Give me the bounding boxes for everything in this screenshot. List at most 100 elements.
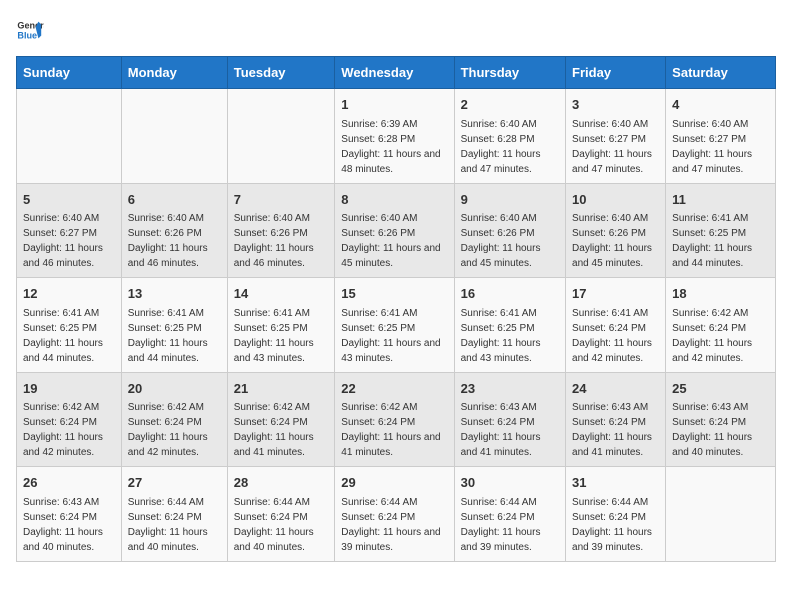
week-row-1: 5Sunrise: 6:40 AM Sunset: 6:27 PM Daylig… — [17, 183, 776, 278]
cell-4-4: 30Sunrise: 6:44 AM Sunset: 6:24 PM Dayli… — [454, 467, 565, 562]
day-number: 28 — [234, 473, 329, 493]
day-number: 12 — [23, 284, 115, 304]
day-number: 10 — [572, 190, 659, 210]
day-number: 30 — [461, 473, 559, 493]
cell-0-3: 1Sunrise: 6:39 AM Sunset: 6:28 PM Daylig… — [335, 89, 454, 184]
logo-icon: General Blue — [16, 16, 44, 44]
cell-info: Sunrise: 6:44 AM Sunset: 6:24 PM Dayligh… — [128, 495, 221, 555]
cell-3-0: 19Sunrise: 6:42 AM Sunset: 6:24 PM Dayli… — [17, 372, 122, 467]
cell-0-4: 2Sunrise: 6:40 AM Sunset: 6:28 PM Daylig… — [454, 89, 565, 184]
cell-2-1: 13Sunrise: 6:41 AM Sunset: 6:25 PM Dayli… — [121, 278, 227, 373]
col-header-saturday: Saturday — [666, 57, 776, 89]
svg-text:Blue: Blue — [17, 30, 37, 40]
day-number: 25 — [672, 379, 769, 399]
cell-info: Sunrise: 6:42 AM Sunset: 6:24 PM Dayligh… — [128, 400, 221, 460]
day-number: 27 — [128, 473, 221, 493]
day-number: 2 — [461, 95, 559, 115]
cell-info: Sunrise: 6:40 AM Sunset: 6:27 PM Dayligh… — [672, 117, 769, 177]
day-number: 29 — [341, 473, 447, 493]
cell-4-6 — [666, 467, 776, 562]
cell-info: Sunrise: 6:43 AM Sunset: 6:24 PM Dayligh… — [572, 400, 659, 460]
cell-info: Sunrise: 6:42 AM Sunset: 6:24 PM Dayligh… — [341, 400, 447, 460]
calendar-table: SundayMondayTuesdayWednesdayThursdayFrid… — [16, 56, 776, 562]
day-number: 22 — [341, 379, 447, 399]
day-number: 15 — [341, 284, 447, 304]
cell-1-4: 9Sunrise: 6:40 AM Sunset: 6:26 PM Daylig… — [454, 183, 565, 278]
cell-4-2: 28Sunrise: 6:44 AM Sunset: 6:24 PM Dayli… — [227, 467, 335, 562]
cell-0-5: 3Sunrise: 6:40 AM Sunset: 6:27 PM Daylig… — [566, 89, 666, 184]
day-number: 9 — [461, 190, 559, 210]
cell-info: Sunrise: 6:42 AM Sunset: 6:24 PM Dayligh… — [23, 400, 115, 460]
cell-3-1: 20Sunrise: 6:42 AM Sunset: 6:24 PM Dayli… — [121, 372, 227, 467]
cell-info: Sunrise: 6:43 AM Sunset: 6:24 PM Dayligh… — [672, 400, 769, 460]
cell-info: Sunrise: 6:40 AM Sunset: 6:28 PM Dayligh… — [461, 117, 559, 177]
cell-3-5: 24Sunrise: 6:43 AM Sunset: 6:24 PM Dayli… — [566, 372, 666, 467]
col-header-wednesday: Wednesday — [335, 57, 454, 89]
cell-info: Sunrise: 6:44 AM Sunset: 6:24 PM Dayligh… — [234, 495, 329, 555]
cell-4-0: 26Sunrise: 6:43 AM Sunset: 6:24 PM Dayli… — [17, 467, 122, 562]
cell-0-0 — [17, 89, 122, 184]
cell-2-4: 16Sunrise: 6:41 AM Sunset: 6:25 PM Dayli… — [454, 278, 565, 373]
day-number: 21 — [234, 379, 329, 399]
day-number: 20 — [128, 379, 221, 399]
day-number: 18 — [672, 284, 769, 304]
cell-info: Sunrise: 6:41 AM Sunset: 6:25 PM Dayligh… — [128, 306, 221, 366]
cell-1-2: 7Sunrise: 6:40 AM Sunset: 6:26 PM Daylig… — [227, 183, 335, 278]
cell-0-6: 4Sunrise: 6:40 AM Sunset: 6:27 PM Daylig… — [666, 89, 776, 184]
day-number: 26 — [23, 473, 115, 493]
cell-4-3: 29Sunrise: 6:44 AM Sunset: 6:24 PM Dayli… — [335, 467, 454, 562]
cell-3-3: 22Sunrise: 6:42 AM Sunset: 6:24 PM Dayli… — [335, 372, 454, 467]
day-number: 5 — [23, 190, 115, 210]
day-number: 4 — [672, 95, 769, 115]
col-header-monday: Monday — [121, 57, 227, 89]
day-number: 6 — [128, 190, 221, 210]
cell-info: Sunrise: 6:40 AM Sunset: 6:26 PM Dayligh… — [128, 211, 221, 271]
cell-info: Sunrise: 6:40 AM Sunset: 6:27 PM Dayligh… — [572, 117, 659, 177]
day-number: 19 — [23, 379, 115, 399]
week-row-0: 1Sunrise: 6:39 AM Sunset: 6:28 PM Daylig… — [17, 89, 776, 184]
col-header-tuesday: Tuesday — [227, 57, 335, 89]
day-number: 3 — [572, 95, 659, 115]
cell-1-3: 8Sunrise: 6:40 AM Sunset: 6:26 PM Daylig… — [335, 183, 454, 278]
week-row-2: 12Sunrise: 6:41 AM Sunset: 6:25 PM Dayli… — [17, 278, 776, 373]
logo: General Blue — [16, 16, 48, 44]
cell-3-2: 21Sunrise: 6:42 AM Sunset: 6:24 PM Dayli… — [227, 372, 335, 467]
cell-3-6: 25Sunrise: 6:43 AM Sunset: 6:24 PM Dayli… — [666, 372, 776, 467]
cell-1-0: 5Sunrise: 6:40 AM Sunset: 6:27 PM Daylig… — [17, 183, 122, 278]
cell-2-3: 15Sunrise: 6:41 AM Sunset: 6:25 PM Dayli… — [335, 278, 454, 373]
day-number: 16 — [461, 284, 559, 304]
cell-2-6: 18Sunrise: 6:42 AM Sunset: 6:24 PM Dayli… — [666, 278, 776, 373]
week-row-3: 19Sunrise: 6:42 AM Sunset: 6:24 PM Dayli… — [17, 372, 776, 467]
col-header-friday: Friday — [566, 57, 666, 89]
cell-info: Sunrise: 6:42 AM Sunset: 6:24 PM Dayligh… — [234, 400, 329, 460]
cell-info: Sunrise: 6:44 AM Sunset: 6:24 PM Dayligh… — [341, 495, 447, 555]
day-number: 23 — [461, 379, 559, 399]
cell-2-2: 14Sunrise: 6:41 AM Sunset: 6:25 PM Dayli… — [227, 278, 335, 373]
cell-info: Sunrise: 6:40 AM Sunset: 6:26 PM Dayligh… — [461, 211, 559, 271]
header: General Blue — [16, 16, 776, 44]
day-number: 17 — [572, 284, 659, 304]
header-row: SundayMondayTuesdayWednesdayThursdayFrid… — [17, 57, 776, 89]
cell-3-4: 23Sunrise: 6:43 AM Sunset: 6:24 PM Dayli… — [454, 372, 565, 467]
cell-info: Sunrise: 6:42 AM Sunset: 6:24 PM Dayligh… — [672, 306, 769, 366]
cell-1-6: 11Sunrise: 6:41 AM Sunset: 6:25 PM Dayli… — [666, 183, 776, 278]
cell-info: Sunrise: 6:41 AM Sunset: 6:25 PM Dayligh… — [23, 306, 115, 366]
cell-info: Sunrise: 6:43 AM Sunset: 6:24 PM Dayligh… — [461, 400, 559, 460]
day-number: 7 — [234, 190, 329, 210]
day-number: 13 — [128, 284, 221, 304]
cell-0-1 — [121, 89, 227, 184]
cell-0-2 — [227, 89, 335, 184]
day-number: 1 — [341, 95, 447, 115]
cell-info: Sunrise: 6:44 AM Sunset: 6:24 PM Dayligh… — [461, 495, 559, 555]
cell-info: Sunrise: 6:40 AM Sunset: 6:26 PM Dayligh… — [341, 211, 447, 271]
cell-info: Sunrise: 6:41 AM Sunset: 6:25 PM Dayligh… — [461, 306, 559, 366]
cell-info: Sunrise: 6:41 AM Sunset: 6:25 PM Dayligh… — [234, 306, 329, 366]
day-number: 31 — [572, 473, 659, 493]
cell-4-5: 31Sunrise: 6:44 AM Sunset: 6:24 PM Dayli… — [566, 467, 666, 562]
cell-info: Sunrise: 6:44 AM Sunset: 6:24 PM Dayligh… — [572, 495, 659, 555]
cell-info: Sunrise: 6:40 AM Sunset: 6:26 PM Dayligh… — [572, 211, 659, 271]
cell-info: Sunrise: 6:40 AM Sunset: 6:27 PM Dayligh… — [23, 211, 115, 271]
cell-2-0: 12Sunrise: 6:41 AM Sunset: 6:25 PM Dayli… — [17, 278, 122, 373]
cell-info: Sunrise: 6:41 AM Sunset: 6:25 PM Dayligh… — [672, 211, 769, 271]
col-header-thursday: Thursday — [454, 57, 565, 89]
